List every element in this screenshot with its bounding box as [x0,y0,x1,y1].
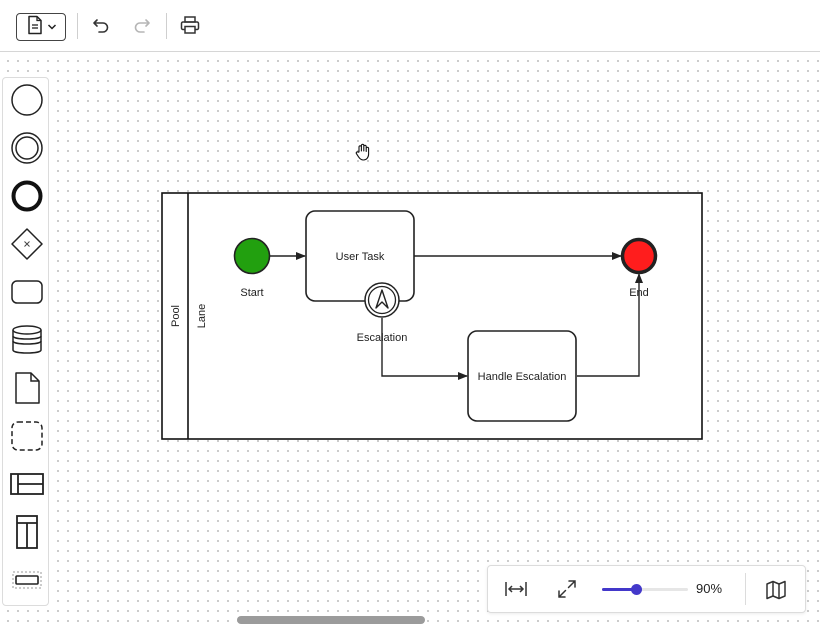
pool-horizontal-icon [10,473,44,495]
palette-group[interactable] [8,417,46,455]
lane-label: Lane [196,304,208,328]
palette-gateway[interactable] [8,225,46,263]
palette-data-store[interactable] [8,321,46,359]
fit-width-button[interactable] [504,578,528,605]
fullscreen-button[interactable] [556,578,578,605]
data-store-icon [12,325,42,354]
horizontal-scrollbar[interactable] [237,616,425,624]
start-event-label: Start [240,287,263,299]
map-icon [766,580,786,600]
user-task-label: User Task [336,251,385,263]
pool[interactable] [161,192,703,440]
palette-task[interactable] [8,273,46,311]
escalation-boundary-event[interactable] [364,282,400,318]
task-icon [11,280,43,304]
shape-palette [2,77,49,606]
intermediate-event-icon [11,132,43,164]
fit-width-icon [505,582,527,596]
gateway-icon [11,228,43,260]
end-event-label: End [629,287,649,299]
data-object-icon [15,372,40,404]
palette-intermediate-event[interactable] [8,129,46,167]
palette-end-event[interactable] [8,177,46,215]
escalation-label: Escalation [357,332,408,344]
lane-icon [12,571,42,589]
palette-pool-horizontal[interactable] [8,465,46,503]
bpmn-diagram: Pool Lane Start User Task Escalation Han… [161,192,703,440]
end-event[interactable] [620,237,658,275]
minimap-button[interactable] [765,579,787,606]
start-event[interactable] [233,237,271,275]
group-icon [11,421,43,451]
palette-start-event[interactable] [8,81,46,119]
pool-label: Pool [170,305,182,327]
palette-pool-vertical[interactable] [8,513,46,551]
palette-data-object[interactable] [8,369,46,407]
zoom-divider [745,573,746,605]
zoom-level: 90% [696,581,723,596]
end-event-icon [11,180,43,212]
pool-vertical-icon [16,515,38,549]
palette-lane[interactable] [8,561,46,599]
zoom-slider[interactable] [602,584,688,595]
handle-escalation-label: Handle Escalation [478,371,567,383]
hand-cursor-icon [353,142,373,167]
start-event-icon [11,84,43,116]
expand-icon [558,580,576,598]
